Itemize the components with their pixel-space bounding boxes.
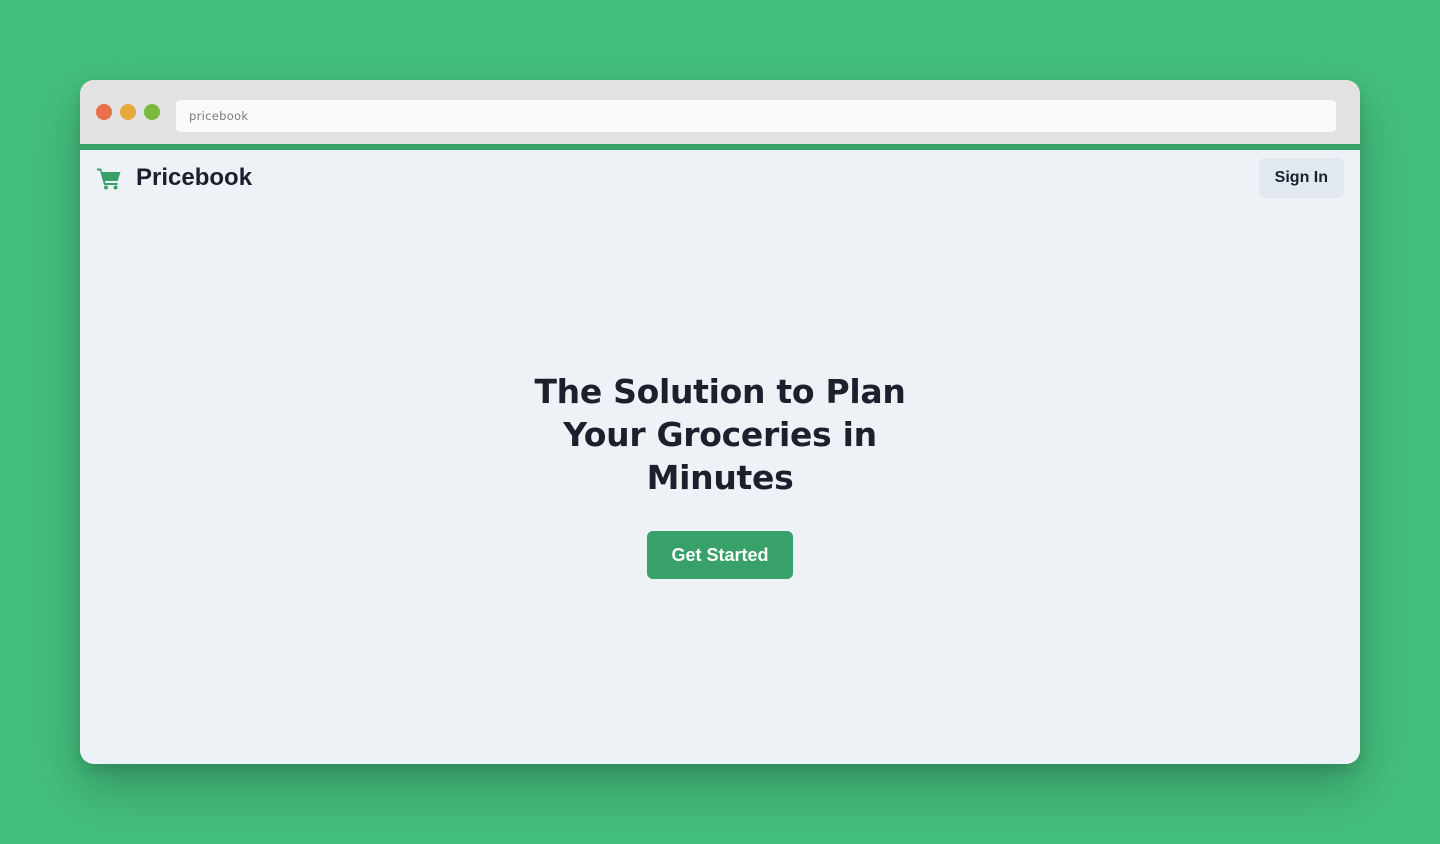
navbar: Pricebook Sign In <box>80 150 1360 206</box>
hero-section: The Solution to Plan Your Groceries in M… <box>80 370 1360 579</box>
shopping-cart-icon <box>96 166 122 190</box>
browser-window: pricebook Pricebook Sign In The Solution… <box>80 80 1360 764</box>
address-bar[interactable]: pricebook <box>176 100 1336 132</box>
minimize-window-button[interactable] <box>120 104 136 120</box>
hero-title: The Solution to Plan Your Groceries in M… <box>534 372 906 497</box>
page-content: Pricebook Sign In The Solution to Plan Y… <box>80 150 1360 764</box>
sign-in-button[interactable]: Sign In <box>1258 158 1344 198</box>
close-window-button[interactable] <box>96 104 112 120</box>
maximize-window-button[interactable] <box>144 104 160 120</box>
browser-titlebar: pricebook <box>80 80 1360 144</box>
brand-logo[interactable]: Pricebook <box>96 160 252 196</box>
brand-name: Pricebook <box>136 164 253 191</box>
get-started-button[interactable]: Get Started <box>647 531 793 579</box>
